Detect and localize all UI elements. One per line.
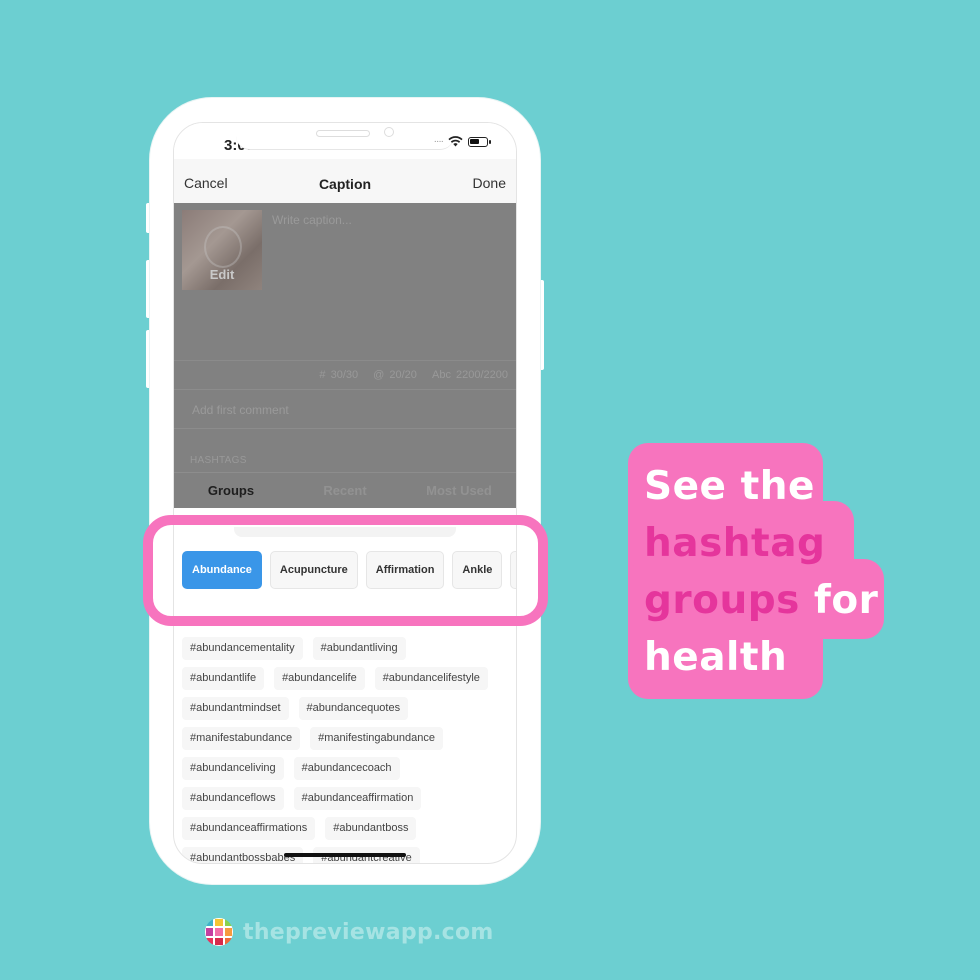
caption-navbar: Cancel Caption Done: [174, 159, 516, 203]
hashtag-chip[interactable]: #abundanceaffirmation: [293, 787, 422, 810]
hashtag-tabs: Groups Recent Most Used: [174, 472, 516, 509]
brand-url: thepreviewapp.com: [243, 919, 494, 945]
first-comment-row: [174, 389, 516, 429]
status-icons: ····: [433, 136, 491, 147]
group-highlight-frame: [143, 515, 548, 626]
dimmed-overlay: Edit # 30/30 @ 20/20 Abc 2200/2200 HASHT…: [174, 203, 516, 508]
tab-groups[interactable]: Groups: [174, 473, 288, 509]
counters: # 30/30 @ 20/20 Abc 2200/2200: [309, 369, 508, 381]
hashtag-list: #abundancementality #abundantliving #abu…: [182, 637, 512, 863]
first-comment-input[interactable]: [190, 402, 494, 418]
callout-box: See the hashtag groups for health: [628, 443, 888, 699]
tag-row: #abundancementality #abundantliving: [182, 637, 512, 660]
hashtag-chip[interactable]: #abundancelife: [274, 667, 365, 690]
hashtag-chip[interactable]: #manifestabundance: [182, 727, 301, 750]
preview-app-logo-icon: [205, 918, 233, 946]
hashtag-chip[interactable]: #abundanceliving: [182, 757, 284, 780]
hashtag-chip[interactable]: #abundantboss: [325, 817, 417, 840]
tab-most-used[interactable]: Most Used: [402, 473, 516, 509]
jar-image: [204, 226, 242, 268]
wifi-icon: [448, 136, 463, 147]
hashtag-chip[interactable]: #abundancequotes: [298, 697, 409, 720]
phone-screen: 3:08 ···· Cancel Caption Done Edit # 3: [173, 122, 517, 864]
callout-line-4: health: [644, 635, 788, 680]
tag-row: #abundanceaffirmations #abundantboss: [182, 817, 512, 840]
callout-line-3-rest: for: [813, 578, 879, 623]
hashtag-chip[interactable]: #abundancementality: [182, 637, 303, 660]
signal-icon: ····: [433, 136, 444, 147]
callout-line-3-highlight: groups: [644, 578, 800, 623]
caption-input[interactable]: [270, 212, 504, 228]
hashtag-chip[interactable]: #abundancecoach: [293, 757, 400, 780]
counters-bar: # 30/30 @ 20/20 Abc 2200/2200: [174, 360, 516, 389]
hashtag-chip[interactable]: #abundancelifestyle: [374, 667, 488, 690]
character-counter: Abc 2200/2200: [431, 369, 508, 381]
hashtag-counter: # 30/30: [319, 369, 359, 381]
page-title: Caption: [318, 176, 372, 192]
tag-row: #abundanceflows #abundanceaffirmation: [182, 787, 512, 810]
mention-counter: @ 20/20: [373, 369, 417, 381]
hashtag-chip[interactable]: #abundanceflows: [182, 787, 284, 810]
status-bar: 3:08 ····: [174, 123, 516, 159]
home-indicator[interactable]: [284, 853, 406, 857]
hashtag-chip[interactable]: #abundantlife: [182, 667, 265, 690]
tag-row: #manifestabundance #manifestingabundance: [182, 727, 512, 750]
phone-notch: [236, 123, 454, 150]
hashtag-chip[interactable]: #abundantmindset: [182, 697, 289, 720]
tab-recent[interactable]: Recent: [288, 473, 402, 509]
done-button[interactable]: Done: [473, 175, 506, 191]
tag-row: #abundantmindset #abundancequotes: [182, 697, 512, 720]
callout-line-2: hashtag: [644, 521, 826, 566]
tag-row: #abundantlife #abundancelife #abundancel…: [182, 667, 512, 690]
brand-footer: thepreviewapp.com: [205, 918, 494, 946]
hashtag-chip[interactable]: #abundanceaffirmations: [182, 817, 316, 840]
speaker-icon: [316, 130, 370, 137]
post-thumbnail[interactable]: Edit: [182, 210, 262, 290]
callout-text: See the hashtag groups for health: [644, 458, 878, 686]
callout-line-1: See the: [644, 464, 815, 509]
camera-icon: [384, 127, 394, 137]
battery-icon: [468, 136, 491, 147]
thumbnail-edit-label: Edit: [209, 267, 235, 282]
hashtag-chip[interactable]: #manifestingabundance: [310, 727, 443, 750]
tag-row: #abundanceliving #abundancecoach: [182, 757, 512, 780]
hashtags-section-label: HASHTAGS: [190, 455, 247, 466]
hashtag-chip[interactable]: #abundantliving: [312, 637, 406, 660]
